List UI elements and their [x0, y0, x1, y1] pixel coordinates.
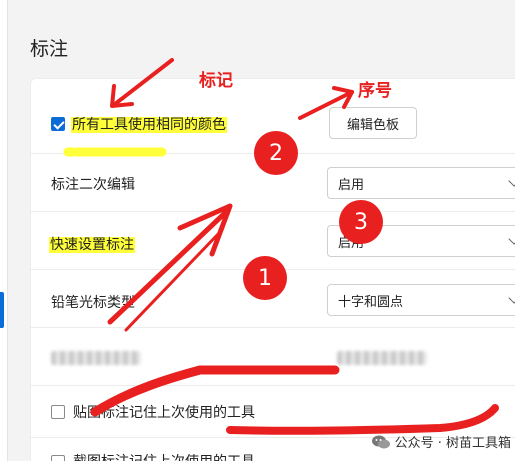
blurred-control: [337, 351, 427, 365]
same-color-label: 所有工具使用相同的颜色: [71, 117, 227, 133]
chevron-down-icon: [508, 233, 515, 245]
pencil-cursor-value: 十字和圆点: [338, 294, 404, 310]
capture-remember-label: 截图标注记住上次使用的工具: [73, 451, 255, 461]
mark-annotation-label: 标记: [199, 71, 233, 91]
nav-selected-indicator: [0, 292, 4, 328]
secondary-edit-value: 启用: [338, 177, 365, 193]
same-color-checkbox[interactable]: [51, 117, 65, 131]
watermark: 公众号 · 树苗工具箱: [371, 432, 511, 451]
row-divider: [31, 211, 515, 212]
row-divider: [31, 385, 515, 386]
chevron-down-icon: [508, 292, 515, 304]
left-nav-strip: [0, 0, 8, 461]
blurred-label: [51, 351, 141, 365]
wechat-icon: [371, 435, 390, 448]
secondary-edit-label: 标注二次编辑: [51, 177, 135, 193]
pencil-cursor-select[interactable]: 十字和圆点: [327, 284, 515, 316]
pin-remember-label: 贴图标注记住上次使用的工具: [73, 405, 255, 421]
chevron-down-icon: [508, 175, 515, 187]
section-title: 标注: [30, 38, 69, 60]
capture-remember-checkbox[interactable]: [51, 455, 65, 461]
pencil-cursor-label: 铅笔光标类型: [51, 295, 135, 311]
badge-1: 1: [243, 256, 287, 300]
edit-palette-button[interactable]: 编辑色板: [329, 107, 417, 139]
row-divider: [31, 327, 515, 328]
pin-remember-checkbox[interactable]: [51, 405, 65, 419]
badge-3: 3: [339, 200, 383, 244]
watermark-text: 公众号 · 树苗工具箱: [394, 436, 511, 451]
quick-setup-label: 快速设置标注: [49, 237, 135, 253]
badge-2: 2: [254, 131, 298, 175]
secondary-edit-select[interactable]: 启用: [327, 167, 515, 199]
serial-annotation-label: 序号: [358, 81, 392, 101]
